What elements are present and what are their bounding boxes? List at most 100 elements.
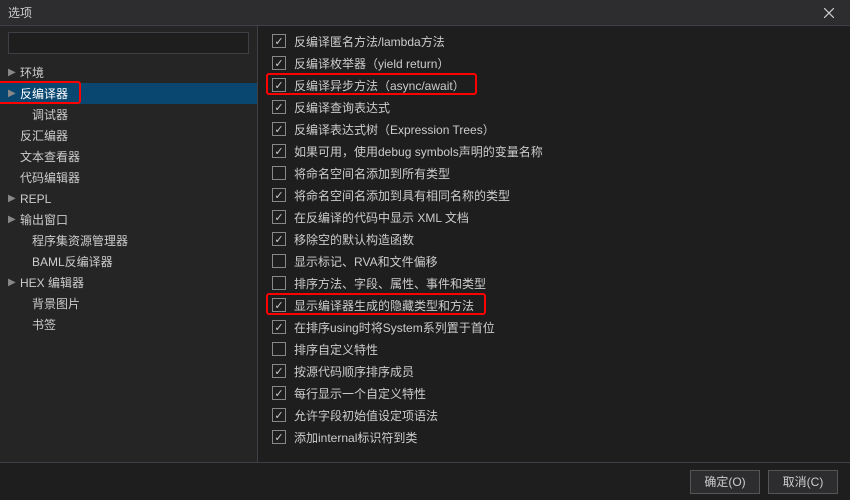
option-label: 将命名空间名添加到所有类型 [294,165,450,182]
option-checkbox[interactable] [272,34,286,48]
sidebar-item-label: 反编译器 [20,85,68,102]
option-row: 将命名空间名添加到具有相同名称的类型 [262,184,850,206]
sidebar-item-label: 文本查看器 [20,148,80,165]
option-checkbox[interactable] [272,100,286,114]
option-checkbox[interactable] [272,122,286,136]
close-button[interactable] [816,3,842,23]
option-row: 每行显示一个自定义特性 [262,382,850,404]
search-box[interactable] [8,32,249,54]
chevron-right-icon: ▶ [8,67,20,78]
sidebar-item-label: 环境 [20,64,44,81]
sidebar-tree: ▶环境▶反编译器调试器反汇编器文本查看器代码编辑器▶REPL▶输出窗口程序集资源… [0,60,257,462]
option-label: 如果可用，使用debug symbols声明的变量名称 [294,143,543,160]
sidebar-item-label: REPL [20,192,51,206]
sidebar-item-label: 背景图片 [32,295,80,312]
option-row: 反编译枚举器（yield return） [262,52,850,74]
option-label: 反编译异步方法（async/await） [294,77,465,94]
option-row: 反编译表达式树（Expression Trees） [262,118,850,140]
footer: 确定(O) 取消(C) [0,462,850,500]
option-label: 反编译查询表达式 [294,99,390,116]
option-checkbox[interactable] [272,430,286,444]
sidebar-item[interactable]: 代码编辑器 [0,167,257,188]
sidebar-item[interactable]: 背景图片 [0,293,257,314]
chevron-right-icon: ▶ [8,88,20,99]
option-label: 显示标记、RVA和文件偏移 [294,253,438,270]
option-checkbox[interactable] [272,408,286,422]
option-row: 排序方法、字段、属性、事件和类型 [262,272,850,294]
option-checkbox[interactable] [272,364,286,378]
sidebar-item-label: 输出窗口 [20,211,68,228]
option-row: 添加internal标识符到类 [262,426,850,448]
option-checkbox[interactable] [272,210,286,224]
sidebar-item[interactable]: 反汇编器 [0,125,257,146]
sidebar-item[interactable]: BAML反编译器 [0,251,257,272]
chevron-right-icon: ▶ [8,214,20,225]
sidebar-item[interactable]: ▶环境 [0,62,257,83]
option-checkbox[interactable] [272,188,286,202]
option-label: 在反编译的代码中显示 XML 文档 [294,209,469,226]
option-label: 反编译匿名方法/lambda方法 [294,33,445,50]
sidebar-item[interactable]: 书签 [0,314,257,335]
option-checkbox[interactable] [272,386,286,400]
option-label: 排序自定义特性 [294,341,378,358]
main-content: ▶环境▶反编译器调试器反汇编器文本查看器代码编辑器▶REPL▶输出窗口程序集资源… [0,26,850,462]
option-label: 在排序using时将System系列置于首位 [294,319,495,336]
sidebar-item[interactable]: 文本查看器 [0,146,257,167]
sidebar-item[interactable]: ▶REPL [0,188,257,209]
sidebar-item[interactable]: ▶反编译器 [0,83,257,104]
option-row: 在排序using时将System系列置于首位 [262,316,850,338]
option-checkbox[interactable] [272,320,286,334]
option-checkbox[interactable] [272,56,286,70]
option-label: 显示编译器生成的隐藏类型和方法 [294,297,474,314]
chevron-right-icon: ▶ [8,193,20,204]
sidebar-item[interactable]: ▶输出窗口 [0,209,257,230]
sidebar-item[interactable]: 程序集资源管理器 [0,230,257,251]
chevron-right-icon: ▶ [8,277,20,288]
option-row: 反编译查询表达式 [262,96,850,118]
option-label: 排序方法、字段、属性、事件和类型 [294,275,486,292]
option-checkbox[interactable] [272,144,286,158]
option-label: 将命名空间名添加到具有相同名称的类型 [294,187,510,204]
option-label: 反编译枚举器（yield return） [294,55,449,72]
option-row: 如果可用，使用debug symbols声明的变量名称 [262,140,850,162]
titlebar: 选项 [0,0,850,26]
sidebar-item-label: 书签 [32,316,56,333]
option-row: 将命名空间名添加到所有类型 [262,162,850,184]
close-icon [824,8,834,18]
option-label: 按源代码顺序排序成员 [294,363,414,380]
sidebar-item-label: HEX 编辑器 [20,274,84,291]
option-checkbox[interactable] [272,254,286,268]
cancel-button[interactable]: 取消(C) [768,470,838,494]
ok-button[interactable]: 确定(O) [690,470,760,494]
option-checkbox[interactable] [272,276,286,290]
sidebar-item-label: 代码编辑器 [20,169,80,186]
option-row: 显示标记、RVA和文件偏移 [262,250,850,272]
option-checkbox[interactable] [272,232,286,246]
option-row: 在反编译的代码中显示 XML 文档 [262,206,850,228]
sidebar-item-label: 反汇编器 [20,127,68,144]
option-checkbox[interactable] [272,166,286,180]
option-row: 反编译异步方法（async/await） [262,74,850,96]
option-label: 每行显示一个自定义特性 [294,385,426,402]
sidebar-item[interactable]: ▶HEX 编辑器 [0,272,257,293]
window-title: 选项 [8,4,816,21]
option-label: 允许字段初始值设定项语法 [294,407,438,424]
option-checkbox[interactable] [272,298,286,312]
option-checkbox[interactable] [272,342,286,356]
sidebar-item-label: 调试器 [32,106,68,123]
option-row: 移除空的默认构造函数 [262,228,850,250]
option-label: 移除空的默认构造函数 [294,231,414,248]
option-label: 添加internal标识符到类 [294,429,417,446]
search-input[interactable] [9,33,248,53]
sidebar: ▶环境▶反编译器调试器反汇编器文本查看器代码编辑器▶REPL▶输出窗口程序集资源… [0,26,258,462]
option-row: 允许字段初始值设定项语法 [262,404,850,426]
option-row: 排序自定义特性 [262,338,850,360]
option-label: 反编译表达式树（Expression Trees） [294,121,495,138]
option-checkbox[interactable] [272,78,286,92]
sidebar-item-label: BAML反编译器 [32,253,113,270]
options-panel: 反编译匿名方法/lambda方法反编译枚举器（yield return） 反编译异… [258,26,850,462]
option-row: 按源代码顺序排序成员 [262,360,850,382]
option-row: 显示编译器生成的隐藏类型和方法 [262,294,850,316]
sidebar-item[interactable]: 调试器 [0,104,257,125]
option-row: 反编译匿名方法/lambda方法 [262,30,850,52]
